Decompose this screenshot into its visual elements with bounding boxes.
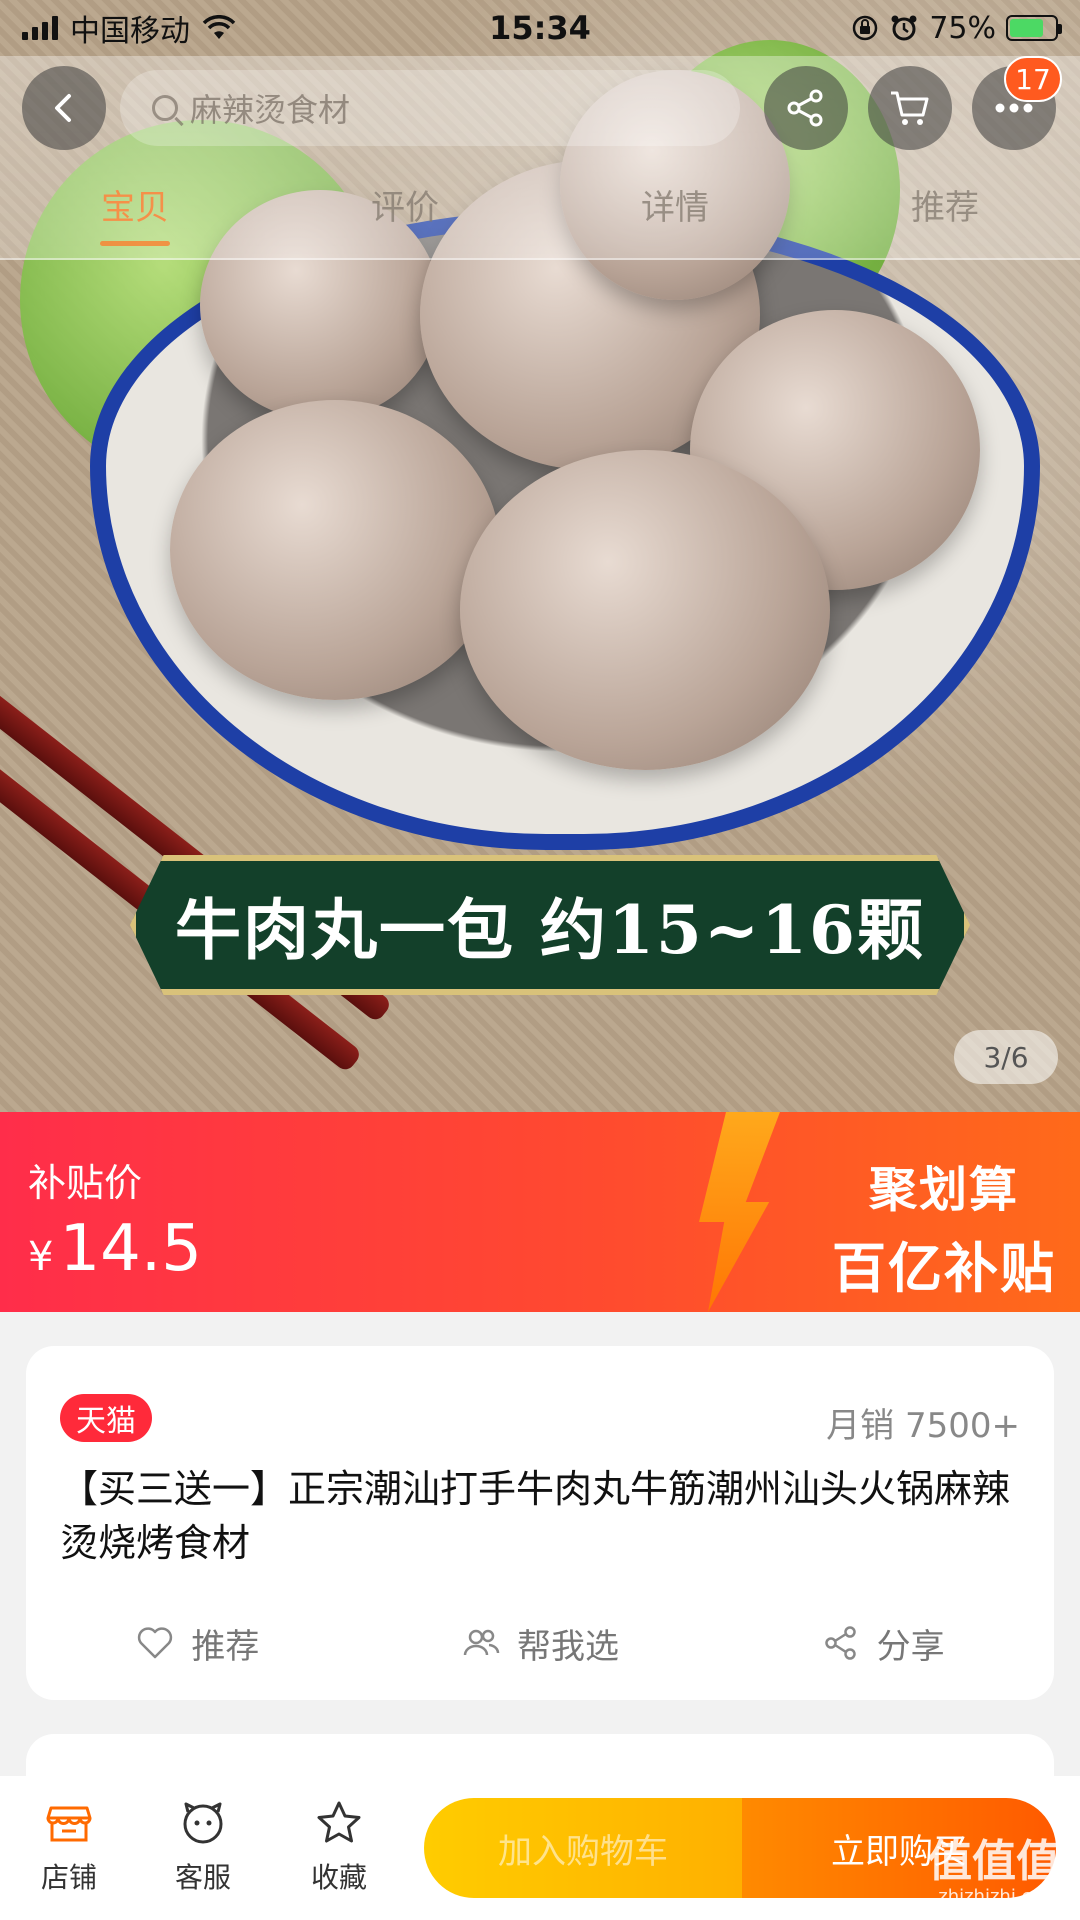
recommend-button[interactable]: 推荐 [26, 1608, 369, 1678]
share-icon [824, 1626, 856, 1660]
meatball-image [460, 450, 830, 770]
product-banner: 牛肉丸一包 约15~16颗 [130, 855, 970, 995]
search-placeholder: 麻辣烫食材 [190, 91, 351, 129]
help-choose-label: 帮我选 [517, 1626, 619, 1667]
product-actions: 推荐 帮我选 分享 [26, 1608, 1054, 1678]
help-choose-button[interactable]: 帮我选 [369, 1608, 712, 1678]
chevron-left-icon [55, 94, 71, 122]
customer-service-button[interactable]: 客服 [148, 1798, 258, 1896]
battery-icon [1006, 15, 1062, 41]
watermark-logo: 值值值 zhizhizhi.com [928, 1840, 1060, 1906]
users-icon [463, 1629, 500, 1656]
notification-badge: 17 [1004, 56, 1062, 102]
cart-button[interactable] [868, 66, 952, 150]
search-icon [152, 95, 178, 121]
recommend-label: 推荐 [191, 1626, 260, 1667]
share-label: 分享 [876, 1626, 945, 1667]
tab-item[interactable]: 宝贝 [0, 180, 270, 250]
lightning-icon [699, 1112, 780, 1312]
watermark-brand: 值值值 [928, 1836, 1060, 1887]
product-detail-screen: 牛肉丸一包 约15~16颗 3/6 中国移动 15:34 75% 麻辣烫食材 1… [0, 0, 1080, 1920]
share-product-button[interactable]: 分享 [711, 1608, 1054, 1678]
share-button[interactable] [764, 66, 848, 150]
more-icon [995, 103, 1033, 113]
heart-icon [138, 1627, 173, 1659]
bottom-action-bar: 店铺 客服 收藏 加入购物车 立即购买 值值值 zhizhizhi.com [0, 1776, 1080, 1920]
cart-icon [891, 91, 929, 125]
store-button[interactable]: 店铺 [14, 1798, 124, 1896]
currency-symbol: ¥ [28, 1234, 54, 1280]
star-icon [317, 1801, 361, 1843]
product-info-card: 天猫 月销 7500+ 【买三送一】正宗潮汕打手牛肉丸牛筋潮州汕头火锅麻辣烫烧烤… [26, 1346, 1054, 1700]
price: ¥14.5 [28, 1212, 202, 1286]
watermark-url: zhizhizhi.com [938, 1886, 1060, 1907]
favorite-label: 收藏 [310, 1861, 367, 1894]
tab-reviews[interactable]: 评价 [270, 180, 540, 250]
price-bar: 补贴价 ¥14.5 聚划算 百亿补贴 [0, 1112, 1080, 1312]
promo-line1: 聚划算 [868, 1162, 1019, 1218]
status-bar: 中国移动 15:34 75% [0, 0, 1080, 56]
price-value: 14.5 [59, 1212, 202, 1286]
top-nav-bar: 麻辣烫食材 17 宝贝 评价 详情 推荐 [0, 56, 1080, 260]
back-button[interactable] [22, 66, 106, 150]
meatball-image [170, 400, 500, 700]
service-icon [183, 1802, 223, 1844]
banner-text: 牛肉丸一包 约15~16颗 [175, 891, 925, 969]
share-icon [787, 89, 823, 127]
tab-recommend[interactable]: 推荐 [810, 180, 1080, 250]
monthly-sales: 月销 7500+ [826, 1406, 1020, 1446]
store-label: 店铺 [40, 1861, 97, 1894]
favorite-button[interactable]: 收藏 [284, 1798, 394, 1896]
promo-badge: 聚划算 百亿补贴 [832, 1150, 1056, 1303]
promo-line2: 百亿补贴 [832, 1237, 1056, 1300]
tab-details[interactable]: 详情 [540, 180, 810, 250]
clock: 15:34 [489, 9, 591, 47]
product-title: 【买三送一】正宗潮汕打手牛肉丸牛筋潮州汕头火锅麻辣烫烧烤食材 [60, 1467, 1011, 1565]
tmall-badge: 天猫 [60, 1394, 152, 1442]
subsidy-price-label: 补贴价 [28, 1161, 143, 1205]
image-pager: 3/6 [954, 1030, 1058, 1084]
add-to-cart-button[interactable]: 加入购物车 [424, 1798, 742, 1898]
service-label: 客服 [174, 1861, 231, 1894]
store-icon [46, 1806, 92, 1842]
section-tabs: 宝贝 评价 详情 推荐 [0, 180, 1080, 250]
search-input[interactable]: 麻辣烫食材 [120, 70, 740, 146]
